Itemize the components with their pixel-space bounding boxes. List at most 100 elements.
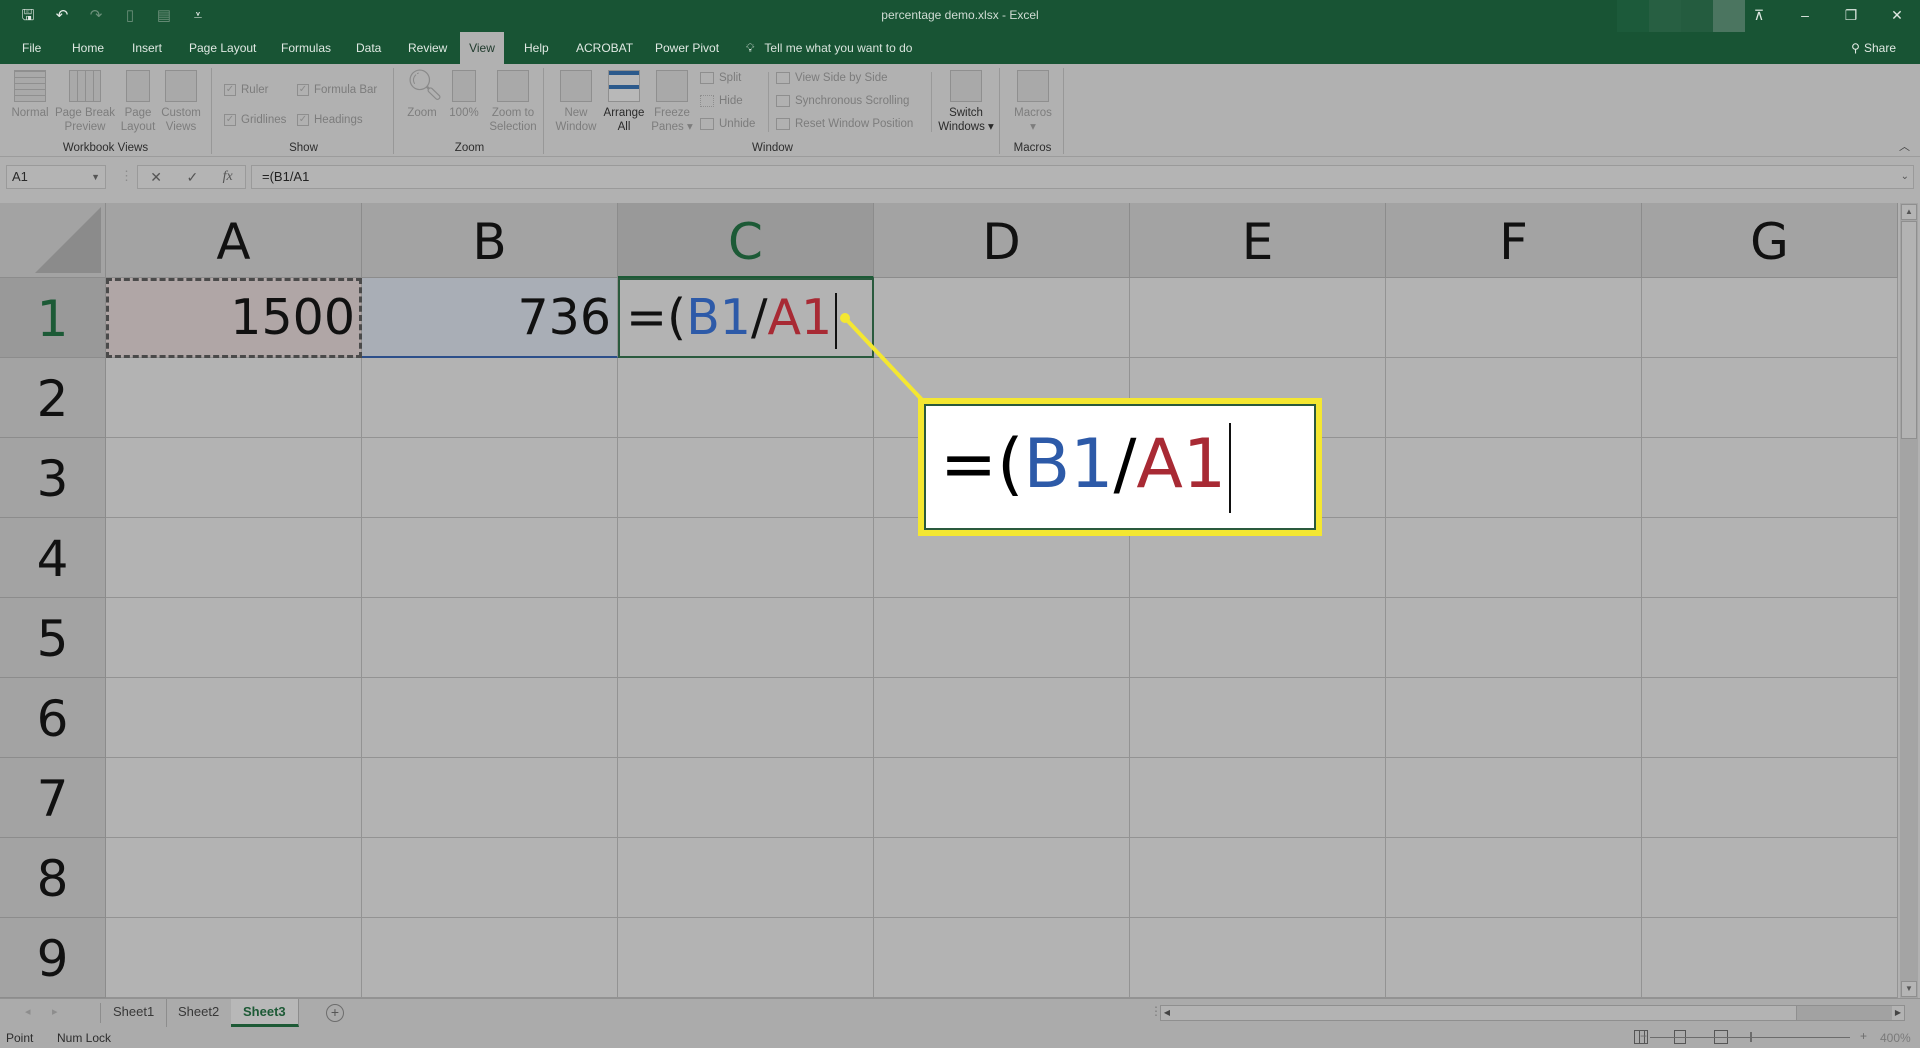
column-header-b[interactable]: B bbox=[362, 203, 618, 278]
scroll-up-icon[interactable]: ▲ bbox=[1901, 204, 1917, 220]
sheet-tab-sheet1[interactable]: Sheet1 bbox=[101, 999, 168, 1027]
zoom-to-selection-button[interactable]: Zoom to Selection bbox=[486, 70, 540, 134]
cell-e7[interactable] bbox=[1130, 758, 1386, 838]
cell-d7[interactable] bbox=[874, 758, 1130, 838]
cell-f1[interactable] bbox=[1386, 278, 1642, 358]
row-header-4[interactable]: 4 bbox=[0, 518, 106, 598]
tell-me-search[interactable]: 💡︎ Tell me what you want to do bbox=[746, 32, 912, 64]
zoom-100-button[interactable]: 100% bbox=[446, 70, 482, 120]
cancel-icon[interactable]: ✕ bbox=[150, 169, 162, 186]
row-header-6[interactable]: 6 bbox=[0, 678, 106, 758]
name-box[interactable]: A1 ▼ bbox=[6, 165, 106, 189]
cell-f3[interactable] bbox=[1386, 438, 1642, 518]
cell-a9[interactable] bbox=[106, 918, 362, 998]
zoom-level[interactable]: 400% bbox=[1880, 1031, 1911, 1045]
page-layout-view-button[interactable]: Page Layout bbox=[118, 70, 158, 134]
hide-button[interactable]: Hide bbox=[700, 95, 743, 107]
cell-e8[interactable] bbox=[1130, 838, 1386, 918]
unhide-button[interactable]: Unhide bbox=[700, 118, 755, 130]
share-button[interactable]: ⚲ Share bbox=[1851, 32, 1896, 64]
ribbon-display-options-button[interactable]: ⊼ bbox=[1736, 0, 1782, 32]
cell-b4[interactable] bbox=[362, 518, 618, 598]
cell-a8[interactable] bbox=[106, 838, 362, 918]
switch-windows-button[interactable]: Switch Windows ▾ bbox=[936, 70, 996, 134]
synchronous-scrolling-button[interactable]: Synchronous Scrolling bbox=[776, 95, 909, 107]
row-header-5[interactable]: 5 bbox=[0, 598, 106, 678]
cell-c9[interactable] bbox=[618, 918, 874, 998]
horizontal-scrollbar[interactable]: ◀ ▶ bbox=[1160, 1005, 1905, 1021]
zoom-in-icon[interactable]: + bbox=[1860, 1029, 1867, 1043]
sheet-tab-sheet2[interactable]: Sheet2 bbox=[166, 999, 233, 1027]
tab-review[interactable]: Review bbox=[400, 32, 455, 64]
row-header-3[interactable]: 3 bbox=[0, 438, 106, 518]
cell-f9[interactable] bbox=[1386, 918, 1642, 998]
scroll-right-icon[interactable]: ▶ bbox=[1892, 1006, 1904, 1020]
column-header-f[interactable]: F bbox=[1386, 203, 1642, 278]
split-button[interactable]: Split bbox=[700, 72, 741, 84]
gridlines-checkbox[interactable]: ✓ Gridlines bbox=[224, 114, 286, 126]
tab-page-layout[interactable]: Page Layout bbox=[181, 32, 264, 64]
insert-function-icon[interactable]: fx bbox=[223, 169, 233, 185]
page-break-preview-button[interactable]: Page Break Preview bbox=[54, 70, 116, 134]
cell-g9[interactable] bbox=[1642, 918, 1898, 998]
cell-e9[interactable] bbox=[1130, 918, 1386, 998]
add-sheet-icon[interactable]: + bbox=[326, 1004, 344, 1022]
tab-home[interactable]: Home bbox=[64, 32, 112, 64]
row-header-1[interactable]: 1 bbox=[0, 278, 106, 358]
cell-g1[interactable] bbox=[1642, 278, 1898, 358]
custom-views-button[interactable]: Custom Views bbox=[158, 70, 204, 134]
cell-d5[interactable] bbox=[874, 598, 1130, 678]
sheet-tab-sheet3[interactable]: Sheet3 bbox=[231, 999, 299, 1027]
cell-c7[interactable] bbox=[618, 758, 874, 838]
cell-d8[interactable] bbox=[874, 838, 1130, 918]
cell-d1[interactable] bbox=[874, 278, 1130, 358]
cell-b3[interactable] bbox=[362, 438, 618, 518]
column-header-d[interactable]: D bbox=[874, 203, 1130, 278]
vertical-scrollbar[interactable]: ▲ ▼ bbox=[1900, 203, 1918, 998]
cell-g2[interactable] bbox=[1642, 358, 1898, 438]
view-side-by-side-button[interactable]: View Side by Side bbox=[776, 72, 887, 84]
cell-g3[interactable] bbox=[1642, 438, 1898, 518]
column-header-c[interactable]: C bbox=[618, 203, 874, 278]
account-area[interactable] bbox=[1617, 0, 1745, 32]
column-header-a[interactable]: A bbox=[106, 203, 362, 278]
tab-data[interactable]: Data bbox=[348, 32, 389, 64]
macros-button[interactable]: Macros ▾ bbox=[1010, 70, 1056, 134]
cell-a1[interactable]: 1500 bbox=[106, 278, 362, 358]
cell-b2[interactable] bbox=[362, 358, 618, 438]
ruler-checkbox[interactable]: ✓ Ruler bbox=[224, 84, 268, 96]
cell-g8[interactable] bbox=[1642, 838, 1898, 918]
cell-b1[interactable]: 736 bbox=[362, 278, 618, 358]
zoom-slider-thumb[interactable] bbox=[1750, 1032, 1752, 1042]
cell-g6[interactable] bbox=[1642, 678, 1898, 758]
cell-f6[interactable] bbox=[1386, 678, 1642, 758]
prev-sheet-icon[interactable]: ◂ bbox=[25, 1005, 31, 1018]
cell-f4[interactable] bbox=[1386, 518, 1642, 598]
select-all-button[interactable] bbox=[0, 203, 106, 278]
cell-a5[interactable] bbox=[106, 598, 362, 678]
tab-help[interactable]: Help bbox=[516, 32, 557, 64]
cell-f7[interactable] bbox=[1386, 758, 1642, 838]
formula-input[interactable]: =(B1/A1 ⌄ bbox=[251, 165, 1914, 189]
cell-f8[interactable] bbox=[1386, 838, 1642, 918]
arrange-all-button[interactable]: Arrange All bbox=[602, 70, 646, 134]
scroll-down-icon[interactable]: ▼ bbox=[1901, 981, 1917, 997]
next-sheet-icon[interactable]: ▸ bbox=[52, 1005, 58, 1018]
tab-view[interactable]: View bbox=[460, 32, 504, 64]
cell-d6[interactable] bbox=[874, 678, 1130, 758]
cell-g7[interactable] bbox=[1642, 758, 1898, 838]
cell-e5[interactable] bbox=[1130, 598, 1386, 678]
cell-e1[interactable] bbox=[1130, 278, 1386, 358]
chevron-down-icon[interactable]: ▼ bbox=[91, 166, 100, 188]
tab-acrobat[interactable]: ACROBAT bbox=[568, 32, 641, 64]
cell-f2[interactable] bbox=[1386, 358, 1642, 438]
cell-a3[interactable] bbox=[106, 438, 362, 518]
cell-a6[interactable] bbox=[106, 678, 362, 758]
cell-c4[interactable] bbox=[618, 518, 874, 598]
cell-b7[interactable] bbox=[362, 758, 618, 838]
close-button[interactable]: ✕ bbox=[1874, 0, 1920, 32]
minimize-button[interactable]: – bbox=[1782, 0, 1828, 32]
restore-button[interactable]: ❐ bbox=[1828, 0, 1874, 32]
vertical-scroll-thumb[interactable] bbox=[1901, 221, 1917, 439]
zoom-out-icon[interactable]: − bbox=[1640, 1029, 1647, 1043]
